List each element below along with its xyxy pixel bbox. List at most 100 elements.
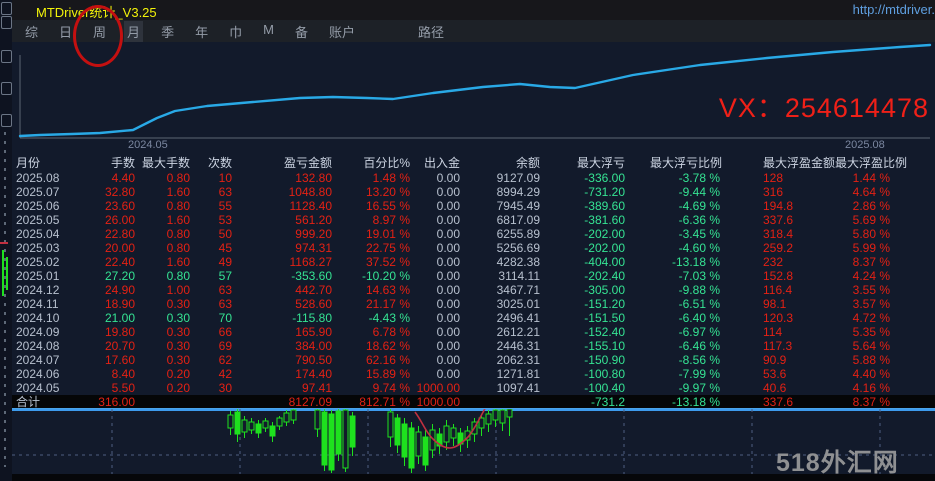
- table-cell: 98.1: [745, 297, 835, 311]
- menu-item-备[interactable]: 备: [292, 21, 311, 42]
- equity-chart: 2024.05 2025.08 VX：254614478: [12, 42, 935, 154]
- table-row[interactable]: 2025.0127.200.8057-353.60-10.20 %0.00311…: [12, 269, 935, 283]
- table-row[interactable]: 2024.068.400.2042174.4015.89 %0.001271.8…: [12, 367, 935, 381]
- table-cell: 18.90: [84, 297, 139, 311]
- table-cell: 49: [197, 255, 242, 269]
- table-row[interactable]: 2024.1021.000.3070-115.80-4.43 %0.002496…: [12, 311, 935, 325]
- table-cell: 0.80: [139, 171, 197, 185]
- menu-bar: 综日周月季年巾M备账户 路径: [0, 20, 935, 42]
- table-cell: 8127.09: [242, 395, 337, 409]
- table-cell: -305.00: [560, 283, 650, 297]
- table-row[interactable]: 2025.0320.000.8045974.3122.75 %0.005256.…: [12, 241, 935, 255]
- table-cell: 百分比%: [337, 156, 415, 171]
- table-cell: 2446.31: [475, 339, 560, 353]
- table-cell: 5256.69: [475, 241, 560, 255]
- table-cell: 55: [197, 199, 242, 213]
- table-cell: -155.10: [560, 339, 650, 353]
- menu-item-月[interactable]: 月: [124, 21, 143, 42]
- website-link[interactable]: http://mtdriver.: [853, 2, 935, 17]
- table-cell: -202.00: [560, 227, 650, 241]
- stats-table: 月份手数最大手数次数盈亏金额百分比%出入金余额最大浮亏最大浮亏比例最大浮盈金额最…: [12, 156, 935, 411]
- table-cell: 132.80: [242, 171, 337, 185]
- menu-item-年[interactable]: 年: [192, 21, 211, 42]
- table-cell: -202.40: [560, 269, 650, 283]
- table-cell: 5.88 %: [835, 353, 935, 367]
- table-cell: 42: [197, 367, 242, 381]
- table-cell: 1168.27: [242, 255, 337, 269]
- menu-items: 综日周月季年巾M备账户: [22, 21, 373, 42]
- table-cell: 0.00: [415, 171, 475, 185]
- table-cell: -4.69 %: [650, 199, 745, 213]
- table-cell: -150.90: [560, 353, 650, 367]
- table-row[interactable]: 2024.0919.800.3066165.906.78 %0.002612.2…: [12, 325, 935, 339]
- table-cell: 最大浮盈金额: [745, 156, 835, 171]
- table-cell: 3.55 %: [835, 283, 935, 297]
- table-row[interactable]: 2025.0732.801.60631048.8013.20 %0.008994…: [12, 185, 935, 199]
- table-cell: 0.00: [415, 241, 475, 255]
- table-cell: 114: [745, 325, 835, 339]
- table-cell: -353.60: [242, 269, 337, 283]
- table-row[interactable]: 2024.0717.600.3062790.5062.16 %0.002062.…: [12, 353, 935, 367]
- table-body: 2025.084.400.8010132.801.48 %0.009127.09…: [12, 171, 935, 395]
- menu-item-综[interactable]: 综: [22, 21, 41, 42]
- menu-item-日[interactable]: 日: [56, 21, 75, 42]
- table-cell: 18.62 %: [337, 339, 415, 353]
- table-cell: 7945.49: [475, 199, 560, 213]
- table-cell: 20.00: [84, 241, 139, 255]
- table-cell: 4282.38: [475, 255, 560, 269]
- table-cell: 0.00: [415, 213, 475, 227]
- candle-fragment: [2, 250, 4, 296]
- table-cell: 月份: [12, 156, 84, 171]
- table-cell: 0.20: [139, 367, 197, 381]
- table-cell: 盈亏金额: [242, 156, 337, 171]
- table-cell: 2025.07: [12, 185, 84, 199]
- ma-curve-fragment: [0, 242, 8, 244]
- toolbar-fragment-icon: [1, 114, 12, 127]
- table-cell: 2025.02: [12, 255, 84, 269]
- table-row[interactable]: 2024.1118.900.3063528.6021.17 %0.003025.…: [12, 297, 935, 311]
- table-cell: 24.90: [84, 283, 139, 297]
- table-cell: 0.00: [415, 325, 475, 339]
- table-cell: 2025.01: [12, 269, 84, 283]
- table-cell: 0.80: [139, 269, 197, 283]
- table-cell: -6.40 %: [650, 311, 745, 325]
- table-row[interactable]: 2025.0526.001.6053561.208.97 %0.006817.0…: [12, 213, 935, 227]
- table-cell: 出入金: [415, 156, 475, 171]
- table-cell: 1048.80: [242, 185, 337, 199]
- app-title: MTDriver统计_V3.25: [36, 2, 157, 21]
- menu-item-path[interactable]: 路径: [415, 21, 447, 42]
- table-cell: 1.60: [139, 255, 197, 269]
- table-cell: -389.60: [560, 199, 650, 213]
- table-row[interactable]: 2024.1224.901.0063442.7014.63 %0.003467.…: [12, 283, 935, 297]
- title-bar: MTDriver统计_V3.25 http://mtdriver.: [0, 0, 935, 20]
- menu-item-周[interactable]: 周: [90, 21, 109, 42]
- menu-item-账户[interactable]: 账户: [326, 21, 358, 42]
- table-cell: -13.18 %: [650, 395, 745, 409]
- table-cell: 1000.00: [415, 395, 475, 409]
- table-cell: 384.00: [242, 339, 337, 353]
- table-row[interactable]: 2025.0623.600.80551128.4016.55 %0.007945…: [12, 199, 935, 213]
- table-cell: 90.9: [745, 353, 835, 367]
- table-cell: 8.97 %: [337, 213, 415, 227]
- table-row[interactable]: 2025.0422.800.8050999.2019.01 %0.006255.…: [12, 227, 935, 241]
- menu-item-巾[interactable]: 巾: [226, 21, 245, 42]
- menu-item-M[interactable]: M: [260, 21, 277, 42]
- table-cell: 9.74 %: [337, 381, 415, 395]
- table-cell: -7.99 %: [650, 367, 745, 381]
- table-cell: 337.6: [745, 395, 835, 409]
- table-cell: -404.00: [560, 255, 650, 269]
- table-cell: 2024.06: [12, 367, 84, 381]
- table-row[interactable]: 2024.0820.700.3069384.0018.62 %0.002446.…: [12, 339, 935, 353]
- table-cell: 5.99 %: [835, 241, 935, 255]
- table-row[interactable]: 2025.0222.401.60491168.2737.52 %0.004282…: [12, 255, 935, 269]
- menu-item-季[interactable]: 季: [158, 21, 177, 42]
- table-cell: 3025.01: [475, 297, 560, 311]
- table-cell: -152.40: [560, 325, 650, 339]
- table-row[interactable]: 2024.055.500.203097.419.74 %1000.001097.…: [12, 381, 935, 395]
- table-cell: 5.35 %: [835, 325, 935, 339]
- table-cell: 15.89 %: [337, 367, 415, 381]
- table-row[interactable]: 2025.084.400.8010132.801.48 %0.009127.09…: [12, 171, 935, 185]
- candle-fragment: [6, 257, 8, 290]
- table-cell: 1000.00: [415, 381, 475, 395]
- table-cell: 316: [745, 185, 835, 199]
